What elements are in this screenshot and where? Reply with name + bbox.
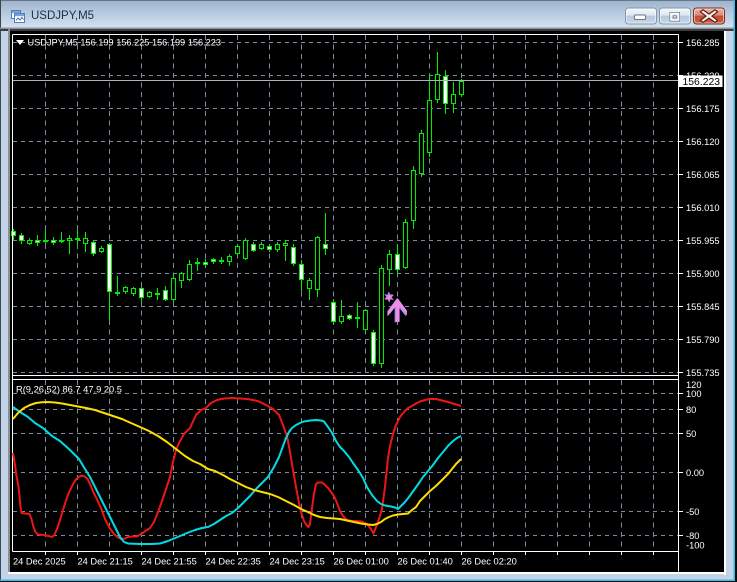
svg-text:24 Dec 2025: 24 Dec 2025 bbox=[13, 557, 66, 567]
svg-text:24 Dec 22:35: 24 Dec 22:35 bbox=[206, 557, 261, 567]
svg-text:156.285: 156.285 bbox=[686, 38, 720, 48]
svg-text:156.065: 156.065 bbox=[686, 170, 720, 180]
svg-text:-80: -80 bbox=[686, 531, 699, 541]
svg-text:26 Dec 02:20: 26 Dec 02:20 bbox=[462, 557, 517, 567]
svg-text:156.223: 156.223 bbox=[683, 77, 721, 88]
svg-text:26 Dec 01:00: 26 Dec 01:00 bbox=[334, 557, 389, 567]
svg-text:100: 100 bbox=[686, 389, 702, 399]
svg-text:80: 80 bbox=[686, 405, 696, 415]
svg-text:50: 50 bbox=[686, 429, 696, 439]
svg-text:-50: -50 bbox=[686, 507, 699, 517]
svg-text:155.900: 155.900 bbox=[686, 269, 720, 279]
svg-text:156.175: 156.175 bbox=[686, 104, 720, 114]
svg-text:155.955: 155.955 bbox=[686, 236, 720, 246]
svg-text:USDJPY,M5: USDJPY,M5 bbox=[31, 10, 94, 22]
svg-text:24 Dec 23:15: 24 Dec 23:15 bbox=[270, 557, 325, 567]
svg-text:156.120: 156.120 bbox=[686, 137, 720, 147]
svg-text:24 Dec 21:55: 24 Dec 21:55 bbox=[142, 557, 197, 567]
svg-text:155.735: 155.735 bbox=[686, 368, 720, 378]
svg-text:USDJPY,M5 156.199 156.225 156: USDJPY,M5 156.199 156.225 156.199 156.22… bbox=[28, 38, 221, 48]
svg-text:R(9,26,52) 86.7 47.9 20.5: R(9,26,52) 86.7 47.9 20.5 bbox=[16, 385, 122, 395]
svg-text:155.845: 155.845 bbox=[686, 302, 720, 312]
svg-text:-100: -100 bbox=[686, 541, 705, 551]
svg-text:24 Dec 21:15: 24 Dec 21:15 bbox=[78, 557, 133, 567]
svg-text:0.00: 0.00 bbox=[686, 468, 704, 478]
svg-text:155.790: 155.790 bbox=[686, 335, 720, 345]
svg-text:26 Dec 01:40: 26 Dec 01:40 bbox=[398, 557, 453, 567]
svg-text:156.010: 156.010 bbox=[686, 203, 720, 213]
